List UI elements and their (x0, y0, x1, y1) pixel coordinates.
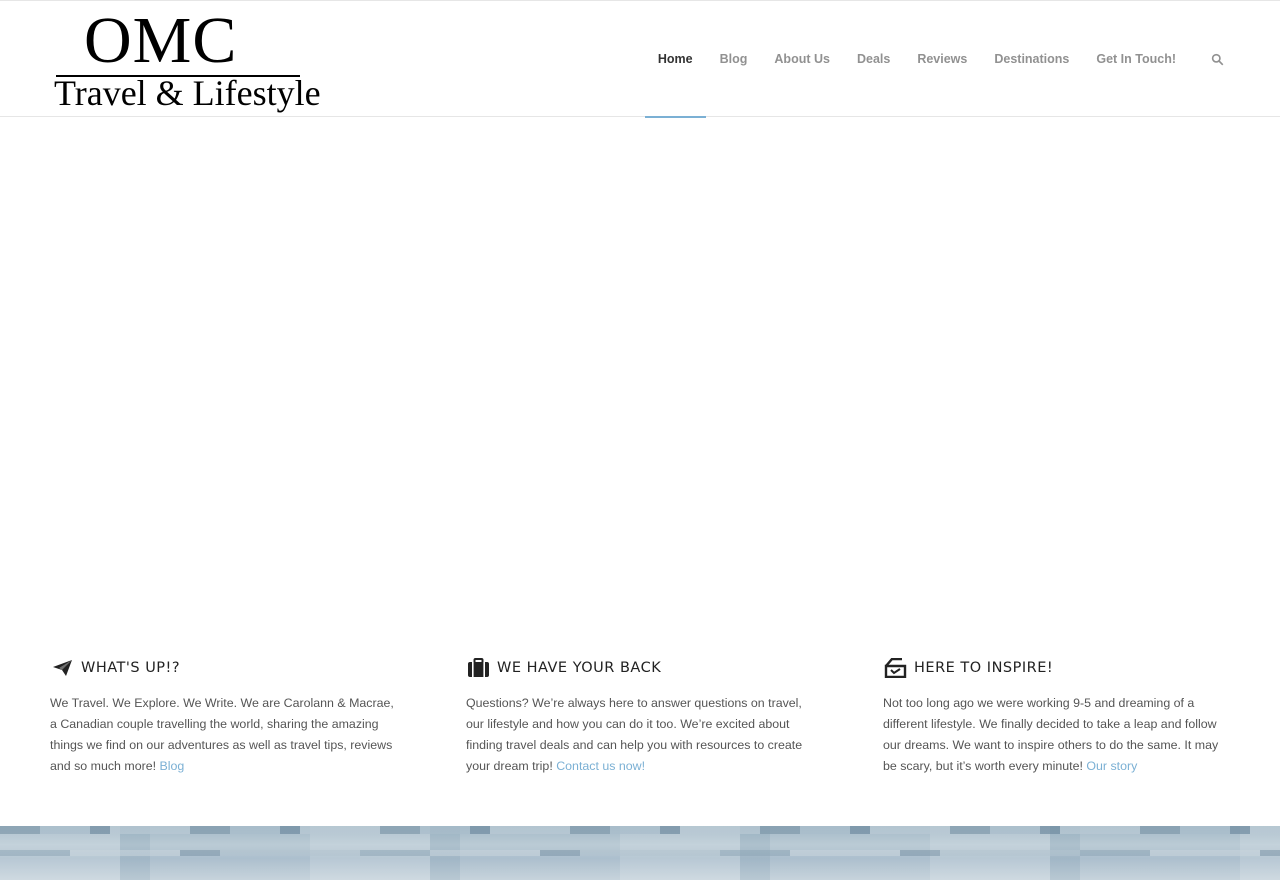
site-header: OMC Travel & Lifestyle Home Blog About U… (0, 0, 1280, 118)
column-here-to-inspire: HERE TO INSPIRE! Not too long ago we wer… (883, 655, 1231, 777)
column-whats-up: WHAT'S UP!? We Travel. We Explore. We Wr… (50, 655, 398, 777)
our-story-link[interactable]: Our story (1086, 759, 1137, 773)
nav-blog[interactable]: Blog (706, 1, 761, 117)
column-body: Not too long ago we were working 9-5 and… (883, 696, 1219, 773)
blog-link[interactable]: Blog (160, 759, 185, 773)
column-title: WE HAVE YOUR BACK (497, 660, 662, 676)
logo-text-tagline: Travel & Lifestyle (54, 73, 321, 113)
column-body: We Travel. We Explore. We Write. We are … (50, 696, 394, 773)
main-nav: Home Blog About Us Deals Reviews Destina… (644, 1, 1280, 118)
nav-reviews[interactable]: Reviews (903, 1, 980, 117)
suitcase-icon (466, 656, 490, 680)
nav-about-us[interactable]: About Us (760, 1, 843, 117)
paper-plane-icon (50, 656, 74, 680)
nav-deals[interactable]: Deals (843, 1, 903, 117)
nav-get-in-touch[interactable]: Get In Touch! (1082, 1, 1189, 117)
search-button[interactable] (1189, 1, 1245, 117)
column-text: Questions? We’re always here to answer q… (466, 693, 814, 777)
site-logo[interactable]: OMC Travel & Lifestyle (54, 5, 321, 117)
column-title: HERE TO INSPIRE! (914, 660, 1054, 676)
contact-link[interactable]: Contact us now! (556, 759, 645, 773)
column-text: We Travel. We Explore. We Write. We are … (50, 693, 398, 777)
column-text: Not too long ago we were working 9-5 and… (883, 693, 1231, 777)
column-title: WHAT'S UP!? (81, 660, 181, 676)
inbox-icon (883, 656, 907, 680)
nav-destinations[interactable]: Destinations (980, 1, 1082, 117)
nav-home[interactable]: Home (644, 1, 706, 118)
search-icon (1211, 53, 1224, 65)
footer-background-image (0, 826, 1280, 880)
column-we-have-your-back: WE HAVE YOUR BACK Questions? We’re alway… (466, 655, 814, 777)
logo-text-omc: OMC (84, 4, 238, 77)
